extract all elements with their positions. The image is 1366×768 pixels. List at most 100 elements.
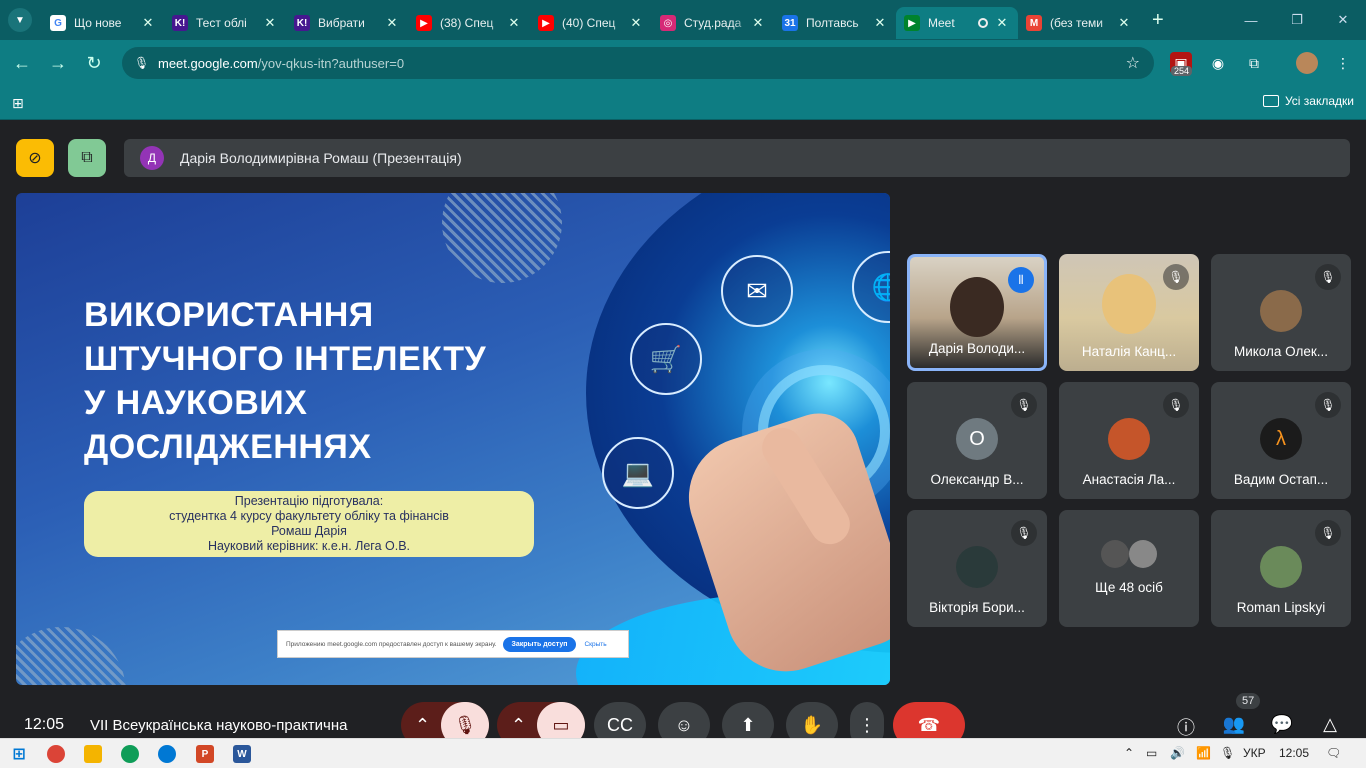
participant-tile[interactable]: Ще 48 осіб — [1059, 510, 1199, 627]
participant-name: Олександр В... — [930, 472, 1024, 487]
participant-name: Вадим Остап... — [1233, 472, 1329, 487]
bookmark-star-icon[interactable]: ☆ — [1126, 53, 1140, 73]
muted-mic-icon: 🎙 — [1315, 264, 1341, 290]
tray-chevron-icon[interactable]: ⌃ — [1124, 746, 1134, 760]
tab-favicon-icon: K! — [172, 15, 188, 31]
all-bookmarks-button[interactable]: Усі закладки — [1262, 94, 1354, 108]
presenter-label: Дарія Володимирівна Ромаш (Презентація) — [180, 150, 462, 166]
stop-sharing-button[interactable]: Закрыть доступ — [502, 636, 577, 652]
tab-favicon-icon: M — [1026, 15, 1042, 31]
close-tab-icon[interactable]: ✕ — [140, 15, 156, 31]
avatar — [1129, 540, 1157, 568]
participant-tile[interactable]: 🎙 Наталія Канц... — [1059, 254, 1199, 371]
minimize-button[interactable]: — — [1228, 0, 1274, 40]
browser-tab[interactable]: ◎ Студ.рада ✕ — [652, 7, 774, 39]
battery-icon[interactable]: ▭ — [1146, 746, 1157, 760]
browser-tab[interactable]: K! Вибрати ✕ — [286, 7, 408, 39]
word-icon[interactable]: W — [233, 745, 251, 763]
presenter-avatar: Д — [140, 146, 164, 170]
close-window-button[interactable]: ✕ — [1320, 0, 1366, 40]
address-path: /yov-qkus-itn?authuser=0 — [257, 55, 405, 71]
browser-tab[interactable]: ▶ Meet ✕ — [896, 7, 1018, 39]
apps-grid-icon[interactable]: ⊞ — [12, 95, 24, 112]
avatar: О — [956, 418, 998, 460]
activities-icon[interactable]: △ — [1316, 714, 1344, 735]
bookmarks-bar: ⊞ Усі закладки — [0, 86, 1366, 120]
maximize-button[interactable]: ❐ — [1274, 0, 1320, 40]
new-tab-button[interactable]: + — [1152, 9, 1164, 32]
browser-toolbar: ← → ↻ 🎙 meet.google.com/yov-qkus-itn?aut… — [0, 40, 1366, 86]
language-indicator[interactable]: УКР — [1243, 746, 1266, 760]
participant-name: Микола Олек... — [1233, 344, 1329, 359]
extension-circle-icon[interactable]: ◉ — [1207, 52, 1229, 74]
people-icon[interactable]: 👥 — [1220, 714, 1248, 735]
present-layout-button[interactable]: ⧉ — [68, 139, 106, 177]
reload-button[interactable]: ↻ — [76, 53, 112, 74]
close-tab-icon[interactable]: ✕ — [994, 15, 1010, 31]
windows-start-icon[interactable]: ⊞ — [10, 745, 28, 763]
participant-tile[interactable]: ⦀ Дарія Володи... — [907, 254, 1047, 371]
close-tab-icon[interactable]: ✕ — [1116, 15, 1132, 31]
participant-name: Roman Lipskyi — [1236, 600, 1326, 615]
browser-tab[interactable]: M (без теми ✕ — [1018, 7, 1140, 39]
participant-tile[interactable]: 🎙 Вікторія Бори... — [907, 510, 1047, 627]
close-tab-icon[interactable]: ✕ — [384, 15, 400, 31]
participant-tile[interactable]: λ 🎙 Вадим Остап... — [1211, 382, 1351, 499]
browser-menu-icon[interactable]: ⋮ — [1332, 52, 1354, 74]
hide-notice-link[interactable]: Скрыть — [584, 641, 606, 648]
meeting-clock: 12:05 — [24, 716, 65, 733]
hide-presentation-button[interactable]: ⊘ — [16, 139, 54, 177]
browser-tab[interactable]: K! Тест облі ✕ — [164, 7, 286, 39]
file-explorer-icon[interactable] — [84, 745, 102, 763]
tab-title: (38) Спец — [440, 16, 494, 30]
powerpoint-icon[interactable]: P — [196, 745, 214, 763]
close-tab-icon[interactable]: ✕ — [506, 15, 522, 31]
participant-name: Дарія Володи... — [928, 341, 1026, 356]
browser-tab[interactable]: ▶ (38) Спец ✕ — [408, 7, 530, 39]
avatar — [1260, 290, 1302, 332]
browser-tab[interactable]: 31 Полтавсь ✕ — [774, 7, 896, 39]
chrome-icon[interactable] — [47, 745, 65, 763]
participant-tile[interactable]: О 🎙 Олександр В... — [907, 382, 1047, 499]
edge-icon[interactable] — [158, 745, 176, 763]
extensions-puzzle-icon[interactable]: ⧉ — [1243, 52, 1265, 74]
address-bar[interactable]: 🎙 meet.google.com/yov-qkus-itn?authuser=… — [122, 47, 1154, 79]
close-tab-icon[interactable]: ✕ — [628, 15, 644, 31]
volume-icon[interactable]: 🔊 — [1170, 746, 1185, 760]
screen-share-notice: Приложению meet.google.com предоставлен … — [277, 630, 629, 658]
folder-icon — [1262, 95, 1279, 107]
participant-tile[interactable]: 🎙 Анастасія Ла... — [1059, 382, 1199, 499]
slide-info-line: студентка 4 курсу факультету обліку та ф… — [169, 509, 449, 523]
notifications-icon[interactable]: 🗨 — [1326, 746, 1341, 760]
tab-title: Що нове — [74, 16, 122, 30]
avatar — [1260, 546, 1302, 588]
profile-avatar[interactable] — [1296, 52, 1318, 74]
muted-mic-icon: 🎙 — [1011, 520, 1037, 546]
slide-title: ВИКОРИСТАННЯ ШТУЧНОГО ІНТЕЛЕКТУ У НАУКОВ… — [84, 293, 486, 469]
participant-tile[interactable]: 🎙 Roman Lipskyi — [1211, 510, 1351, 627]
participant-name: Анастасія Ла... — [1082, 472, 1176, 487]
browser-tab[interactable]: ▶ (40) Спец ✕ — [530, 7, 652, 39]
chrome-profile-icon[interactable] — [121, 745, 139, 763]
back-button[interactable]: ← — [4, 53, 40, 74]
envelope-icon: ✉ — [721, 255, 793, 327]
browser-tab[interactable]: G Що нове ✕ — [42, 7, 164, 39]
chat-icon[interactable]: 💬 — [1268, 714, 1296, 735]
avatar — [956, 546, 998, 588]
tab-favicon-icon: K! — [294, 15, 310, 31]
mic-tray-icon[interactable]: 🎙 — [1220, 746, 1235, 760]
forward-button[interactable]: → — [40, 53, 76, 74]
close-tab-icon[interactable]: ✕ — [262, 15, 278, 31]
tab-favicon-icon: G — [50, 15, 66, 31]
tab-strip: ▼ G Що нове ✕ K! Тест облі ✕ K! Вибрати ✕ ▶ (38) С… — [0, 0, 1366, 40]
decor-circle — [442, 193, 562, 283]
taskbar-clock[interactable]: 12:05 — [1279, 746, 1309, 760]
muted-mic-icon: 🎙 — [1315, 392, 1341, 418]
tab-title: (без теми — [1050, 16, 1103, 30]
close-tab-icon[interactable]: ✕ — [872, 15, 888, 31]
close-tab-icon[interactable]: ✕ — [750, 15, 766, 31]
info-icon[interactable]: ⓘ — [1172, 714, 1200, 740]
participant-tile[interactable]: 🎙 Микола Олек... — [1211, 254, 1351, 371]
tab-search-button[interactable]: ▼ — [8, 8, 32, 32]
wifi-icon[interactable]: 📶 — [1196, 746, 1211, 760]
